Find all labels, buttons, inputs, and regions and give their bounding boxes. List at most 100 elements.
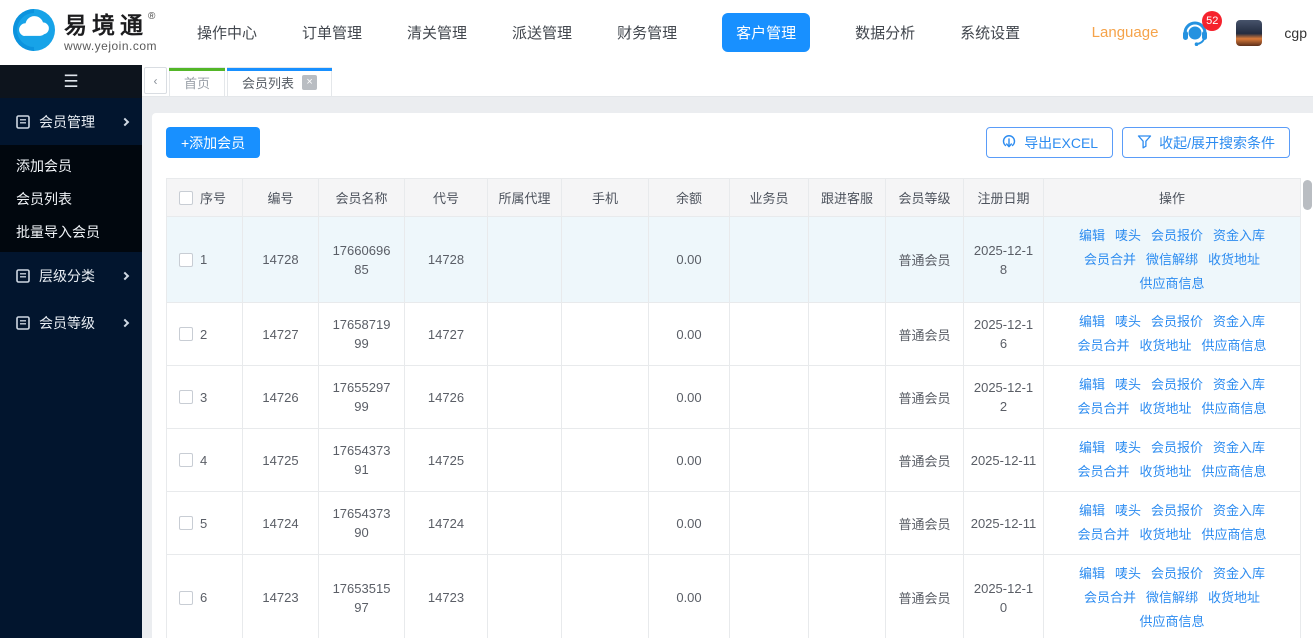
op-link[interactable]: 会员合并 — [1084, 590, 1136, 605]
op-link[interactable]: 会员合并 — [1077, 401, 1129, 416]
cell-salesman — [730, 492, 809, 555]
op-link[interactable]: 收货地址 — [1208, 252, 1260, 267]
op-link[interactable]: 会员合并 — [1077, 464, 1129, 479]
op-link[interactable]: 资金入库 — [1213, 377, 1265, 392]
sidebar-subitem[interactable]: 批量导入会员 — [0, 215, 142, 248]
nav-item[interactable]: 订单管理 — [302, 22, 362, 43]
op-link[interactable]: 收货地址 — [1139, 401, 1191, 416]
op-link[interactable]: 收货地址 — [1139, 464, 1191, 479]
select-all-checkbox[interactable] — [179, 191, 193, 205]
sidebar-subitem[interactable]: 会员列表 — [0, 182, 142, 215]
cell-balance: 0.00 — [649, 366, 730, 429]
cell-alias: 14723 — [405, 555, 488, 638]
op-link[interactable]: 会员报价 — [1151, 503, 1203, 518]
op-link[interactable]: 会员报价 — [1151, 228, 1203, 243]
tab[interactable]: 首页 — [169, 67, 225, 96]
header: 易境通 ® www.yejoin.com 操作中心订单管理清关管理派送管理财务管… — [0, 0, 1313, 65]
brand-name: 易境通 — [64, 14, 148, 37]
op-link[interactable]: 收货地址 — [1139, 338, 1191, 353]
op-link[interactable]: 供应商信息 — [1139, 276, 1204, 291]
tab-close-icon[interactable]: × — [302, 75, 317, 90]
language-link[interactable]: Language — [1092, 24, 1159, 41]
avatar[interactable] — [1236, 20, 1262, 46]
op-link[interactable]: 资金入库 — [1213, 314, 1265, 329]
cell-agent — [488, 217, 562, 303]
cell-level: 普通会员 — [886, 492, 964, 555]
cell-alias: 14727 — [405, 303, 488, 366]
username: cgp — [1284, 25, 1307, 41]
op-link[interactable]: 唛头 — [1115, 314, 1141, 329]
op-link[interactable]: 资金入库 — [1213, 566, 1265, 581]
cell-member-name: 1765351597 — [319, 555, 405, 638]
cell-agent — [488, 492, 562, 555]
op-link[interactable]: 唛头 — [1115, 228, 1141, 243]
op-link[interactable]: 唛头 — [1115, 503, 1141, 518]
op-link[interactable]: 唛头 — [1115, 566, 1141, 581]
op-link[interactable]: 供应商信息 — [1202, 338, 1267, 353]
op-link[interactable]: 编辑 — [1079, 503, 1105, 518]
row-checkbox[interactable] — [179, 327, 193, 341]
nav-item[interactable]: 派送管理 — [512, 22, 572, 43]
op-link[interactable]: 收货地址 — [1208, 590, 1260, 605]
row-checkbox[interactable] — [179, 516, 193, 530]
op-link[interactable]: 供应商信息 — [1202, 401, 1267, 416]
sidebar: ☰ 会员管理添加会员会员列表批量导入会员层级分类会员等级 — [0, 65, 142, 638]
nav-item[interactable]: 数据分析 — [855, 22, 915, 43]
op-link[interactable]: 资金入库 — [1213, 503, 1265, 518]
op-link[interactable]: 编辑 — [1079, 228, 1105, 243]
nav-item[interactable]: 清关管理 — [407, 22, 467, 43]
cell-service — [809, 429, 886, 492]
sidebar-group[interactable]: 会员等级 — [0, 299, 142, 346]
op-link[interactable]: 会员报价 — [1151, 377, 1203, 392]
cell-level: 普通会员 — [886, 303, 964, 366]
op-link[interactable]: 供应商信息 — [1202, 464, 1267, 479]
op-link[interactable]: 微信解绑 — [1146, 590, 1198, 605]
column-header: 代号 — [405, 179, 488, 217]
op-link[interactable]: 微信解绑 — [1146, 252, 1198, 267]
table-header-row: 序号编号会员名称代号所属代理手机余额业务员跟进客服会员等级注册日期操作 — [167, 179, 1301, 217]
sidebar-group[interactable]: 层级分类 — [0, 252, 142, 299]
row-checkbox[interactable] — [179, 390, 193, 404]
row-checkbox[interactable] — [179, 591, 193, 605]
op-link[interactable]: 编辑 — [1079, 440, 1105, 455]
cell-register-date: 2025-12-11 — [964, 492, 1044, 555]
cell-code: 14728 — [243, 217, 319, 303]
op-link[interactable]: 编辑 — [1079, 377, 1105, 392]
tabbar-collapse-button[interactable]: ‹ — [144, 67, 167, 94]
op-link[interactable]: 会员报价 — [1151, 566, 1203, 581]
op-link[interactable]: 会员报价 — [1151, 314, 1203, 329]
export-excel-button[interactable]: 导出EXCEL — [986, 127, 1113, 158]
customer-service-button[interactable]: 52 — [1180, 17, 1214, 49]
cell-member-name: 1765437390 — [319, 492, 405, 555]
column-header: 业务员 — [730, 179, 809, 217]
cell-index: 6 — [167, 555, 243, 638]
row-checkbox[interactable] — [179, 453, 193, 467]
cell-balance: 0.00 — [649, 303, 730, 366]
op-link[interactable]: 资金入库 — [1213, 440, 1265, 455]
row-checkbox[interactable] — [179, 253, 193, 267]
tab[interactable]: 会员列表× — [227, 67, 332, 96]
nav-item[interactable]: 操作中心 — [197, 22, 257, 43]
op-link[interactable]: 供应商信息 — [1202, 527, 1267, 542]
sidebar-collapse-button[interactable]: ☰ — [0, 65, 142, 98]
op-link[interactable]: 会员合并 — [1077, 527, 1129, 542]
op-link[interactable]: 会员合并 — [1084, 252, 1136, 267]
op-link[interactable]: 唛头 — [1115, 440, 1141, 455]
nav-item[interactable]: 客户管理 — [722, 13, 810, 52]
op-link[interactable]: 供应商信息 — [1139, 614, 1204, 629]
op-link[interactable]: 编辑 — [1079, 566, 1105, 581]
sidebar-group[interactable]: 会员管理 — [0, 98, 142, 145]
add-member-button[interactable]: +添加会员 — [166, 127, 260, 158]
op-link[interactable]: 编辑 — [1079, 314, 1105, 329]
toggle-search-button[interactable]: 收起/展开搜索条件 — [1122, 127, 1290, 158]
nav-item[interactable]: 系统设置 — [960, 22, 1020, 43]
op-link[interactable]: 资金入库 — [1213, 228, 1265, 243]
op-link[interactable]: 会员报价 — [1151, 440, 1203, 455]
nav-item[interactable]: 财务管理 — [617, 22, 677, 43]
cell-agent — [488, 303, 562, 366]
op-link[interactable]: 会员合并 — [1077, 338, 1129, 353]
vertical-scrollbar[interactable] — [1303, 180, 1312, 210]
sidebar-subitem[interactable]: 添加会员 — [0, 149, 142, 182]
op-link[interactable]: 收货地址 — [1139, 527, 1191, 542]
op-link[interactable]: 唛头 — [1115, 377, 1141, 392]
